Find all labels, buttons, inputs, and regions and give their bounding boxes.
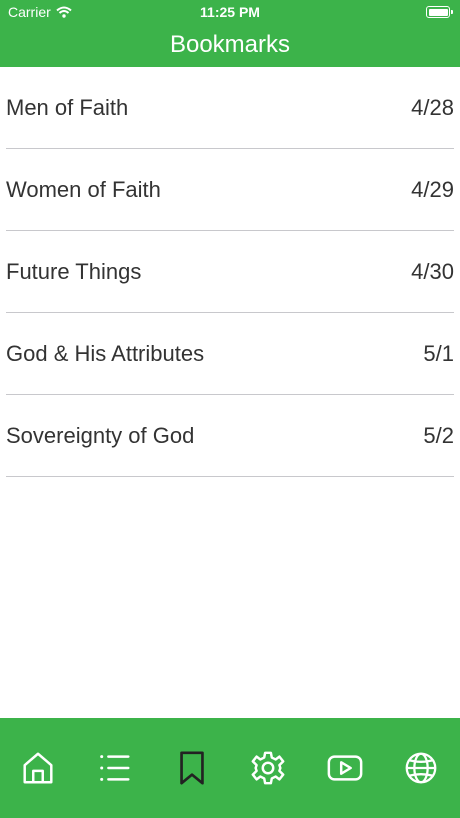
- bookmark-row[interactable]: Sovereignty of God 5/2: [6, 395, 454, 477]
- bookmark-title: Women of Faith: [6, 177, 161, 202]
- youtube-play-icon: [327, 755, 363, 781]
- gear-icon: [251, 751, 285, 785]
- bookmark-date: 4/28: [411, 95, 454, 120]
- tab-bar: [0, 718, 460, 818]
- globe-icon: [405, 752, 437, 784]
- tab-settings[interactable]: [248, 748, 288, 788]
- bookmark-row[interactable]: Women of Faith 4/29: [6, 149, 454, 231]
- page-title: Bookmarks: [169, 31, 291, 58]
- bookmark-title: God & His Attributes: [6, 341, 205, 366]
- bookmark-row[interactable]: Men of Faith 4/28: [6, 67, 454, 149]
- list-icon: [100, 755, 130, 781]
- bookmark-date: 5/2: [423, 423, 454, 448]
- tab-bookmarks[interactable]: [172, 748, 212, 788]
- status-bar: Carrier 11:25 PM: [0, 0, 460, 24]
- navigation-header: Carrier 11:25 PM Bookmarks: [0, 0, 460, 67]
- bookmark-date: 4/30: [411, 259, 454, 284]
- tab-list[interactable]: [95, 748, 135, 788]
- tab-videos[interactable]: [325, 748, 365, 788]
- bookmark-row[interactable]: God & His Attributes 5/1: [6, 313, 454, 395]
- bookmark-title: Sovereignty of God: [6, 423, 195, 448]
- tab-home[interactable]: [18, 748, 58, 788]
- bookmark-title: Men of Faith: [6, 95, 129, 120]
- bookmark-date: 4/29: [411, 177, 454, 202]
- bookmark-row[interactable]: Future Things 4/30: [6, 231, 454, 313]
- tab-web[interactable]: [401, 748, 441, 788]
- bookmark-date: 5/1: [423, 341, 454, 366]
- home-icon: [23, 752, 53, 784]
- bookmarks-list: Men of Faith 4/28 Women of Faith 4/29 Fu…: [0, 67, 460, 477]
- bookmark-icon: [180, 751, 204, 785]
- battery-icon: [426, 6, 453, 18]
- bookmark-title: Future Things: [6, 259, 142, 284]
- status-time: 11:25 PM: [200, 4, 260, 20]
